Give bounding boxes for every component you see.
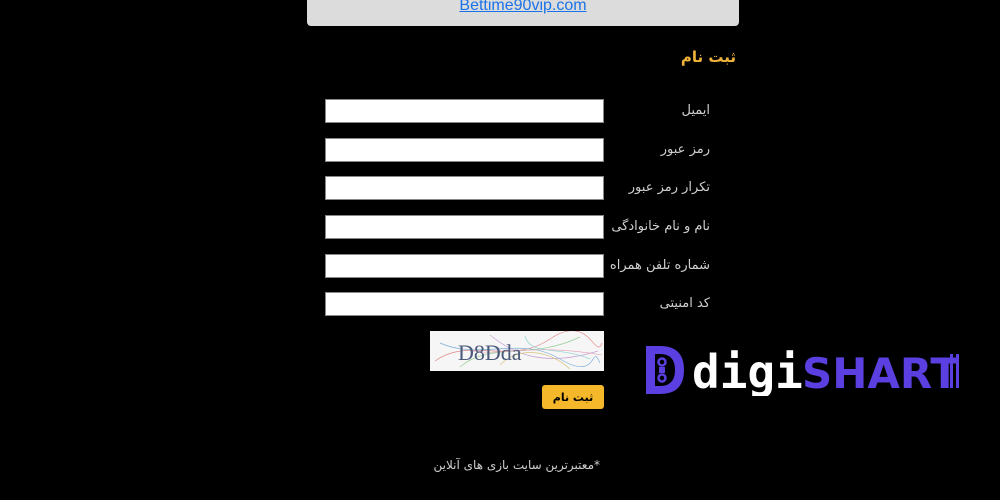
digishart-watermark: digi SHART [644, 344, 964, 399]
email-label: ایمیل [681, 103, 710, 118]
captcha-text: D8Dda [458, 340, 522, 365]
captcha-image: D8Dda [430, 330, 604, 371]
form-row-password: رمز عبور [325, 138, 710, 164]
site-link[interactable]: Bettime90vip.com [459, 0, 586, 26]
password-confirm-field[interactable] [325, 176, 604, 200]
form-row-security-code: کد امنیتی [325, 292, 710, 318]
form-row-password-confirm: تکرار رمز عبور [325, 176, 710, 202]
form-row-fullname: نام و نام خانوادگی [325, 215, 710, 241]
form-row-phone: شماره تلفن همراه [325, 254, 710, 280]
watermark-brand-prefix: digi [692, 345, 803, 396]
email-field[interactable] [325, 99, 604, 123]
top-banner: Bettime90vip.com [307, 0, 739, 26]
register-button[interactable]: ثبت نام [542, 385, 604, 409]
security-code-field[interactable] [325, 292, 604, 316]
form-title: ثبت نام [680, 48, 736, 66]
security-code-label: کد امنیتی [659, 296, 710, 311]
footer-tagline: *معتبرترین سایت بازی های آنلاین [433, 458, 600, 472]
phone-field[interactable] [325, 254, 604, 278]
fullname-field[interactable] [325, 215, 604, 239]
password-confirm-label: تکرار رمز عبور [628, 180, 710, 195]
password-label: رمز عبور [660, 142, 710, 157]
digishart-logo-icon [646, 346, 684, 394]
fullname-label: نام و نام خانوادگی [611, 219, 710, 234]
watermark-brand-suffix: SHART [802, 349, 959, 396]
form-row-email: ایمیل [325, 99, 710, 125]
phone-label: شماره تلفن همراه [609, 258, 710, 273]
password-field[interactable] [325, 138, 604, 162]
